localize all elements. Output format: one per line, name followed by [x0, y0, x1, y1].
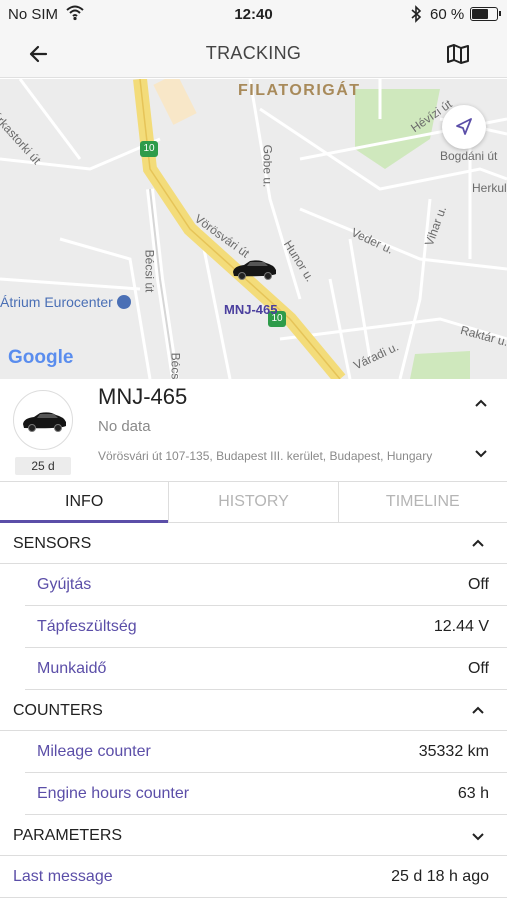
nav-header: TRACKING: [0, 30, 507, 78]
row-value: 25 d 18 h ago: [391, 868, 489, 885]
info-list: SENSORS Gyújtás Off Tápfeszültség 12.44 …: [0, 523, 507, 898]
district-label: FILATORIGÁT: [238, 82, 361, 99]
street-label: Herkul: [472, 181, 507, 195]
row-value: 12.44 V: [433, 618, 489, 635]
section-title: PARAMETERS: [13, 827, 123, 844]
section-title: SENSORS: [13, 535, 92, 552]
section-title: COUNTERS: [13, 702, 103, 719]
vehicle-plate: MNJ-465: [98, 384, 188, 409]
list-item: Mileage counter 35332 km: [25, 731, 507, 773]
row-value: Off: [467, 576, 489, 593]
tab-history[interactable]: HISTORY: [169, 482, 339, 522]
row-label: Gyújtás: [37, 576, 92, 593]
poi-label[interactable]: Átrium Eurocenter: [0, 294, 131, 310]
list-item: Gyújtás Off: [25, 564, 507, 606]
row-value: 63 h: [457, 785, 489, 802]
poi-name: Átrium Eurocenter: [0, 294, 113, 310]
row-label: Tápfeszültség: [37, 618, 137, 635]
map-attribution: Google: [8, 347, 74, 368]
battery-icon: [470, 7, 501, 21]
page-title: TRACKING: [205, 43, 302, 63]
row-label: Last message: [13, 868, 113, 885]
chevron-down-icon[interactable]: [473, 445, 489, 461]
bluetooth-icon: [410, 5, 422, 27]
row-label: Engine hours counter: [37, 785, 190, 802]
list-item: Tápfeszültség 12.44 V: [25, 606, 507, 648]
section-parameters[interactable]: PARAMETERS: [0, 815, 507, 856]
row-value: Off: [467, 660, 489, 677]
battery-percent: 60 %: [430, 6, 465, 23]
chevron-up-icon[interactable]: [473, 396, 489, 412]
vehicle-map-label: MNJ-465: [224, 302, 278, 317]
google-logo: Google: [8, 347, 73, 369]
row-label: Munkaidő: [37, 660, 107, 677]
row-value: 35332 km: [418, 743, 489, 760]
route-shield: 10: [140, 141, 158, 157]
vehicle-status: No data: [98, 418, 151, 435]
tab-info[interactable]: INFO: [0, 482, 170, 523]
street-label: Bogdáni út: [440, 149, 498, 163]
map-view-button[interactable]: [444, 40, 472, 68]
vehicle-card[interactable]: 25 d MNJ-465 No data Vörösvári út 107-13…: [0, 379, 507, 480]
detail-tabs: INFO HISTORY TIMELINE: [0, 481, 507, 523]
last-update-badge: 25 d: [15, 457, 71, 475]
status-bar: No SIM 12:40 60 %: [0, 0, 507, 30]
street-label: Bécs: [168, 352, 183, 379]
locate-button[interactable]: [442, 105, 486, 149]
vehicle-address: Vörösvári út 107-135, Budapest III. kerü…: [98, 449, 433, 463]
chevron-up-icon: [472, 706, 484, 714]
chevron-up-icon: [472, 539, 484, 547]
street-label: Bécsi út: [142, 249, 157, 293]
chevron-down-icon: [472, 833, 484, 841]
list-item: Munkaidő Off: [25, 648, 507, 690]
row-label: Mileage counter: [37, 743, 151, 760]
vehicle-avatar: [13, 390, 73, 450]
tracking-map[interactable]: FILATORIGÁT árkastorki út Hévízi út Bogd…: [0, 79, 507, 379]
section-sensors[interactable]: SENSORS: [0, 523, 507, 564]
shopping-bag-icon: [116, 295, 131, 309]
map-icon: [447, 44, 469, 64]
navigation-arrow-icon: [456, 118, 472, 135]
car-icon: [23, 412, 66, 432]
list-item: Engine hours counter 63 h: [25, 773, 507, 815]
list-item: Last message 25 d 18 h ago: [0, 856, 507, 898]
tab-timeline[interactable]: TIMELINE: [339, 482, 507, 522]
section-counters[interactable]: COUNTERS: [0, 690, 507, 731]
street-label: Gobe u.: [260, 144, 275, 188]
vehicle-marker-icon[interactable]: [230, 257, 278, 281]
